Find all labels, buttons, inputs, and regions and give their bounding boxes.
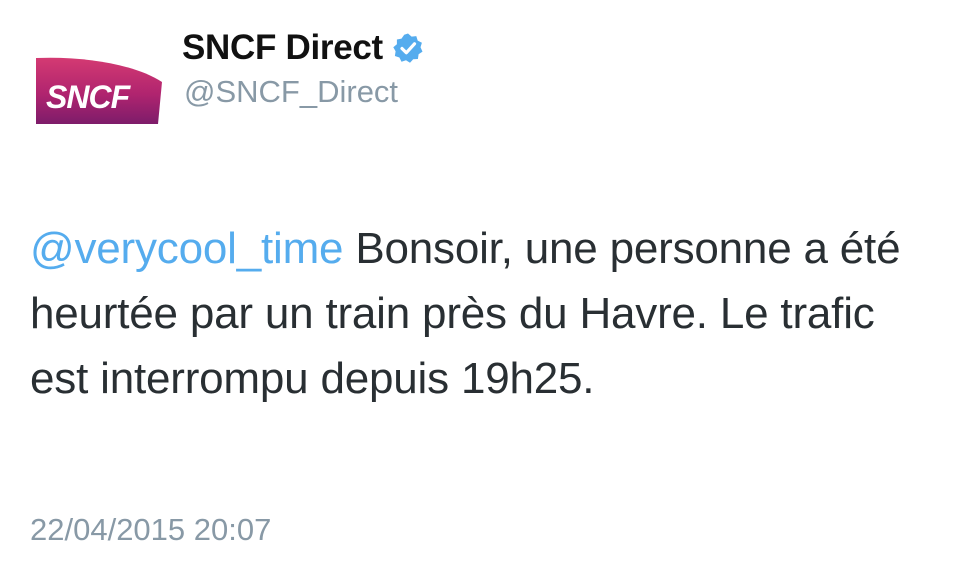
tweet-timestamp[interactable]: 22/04/2015 20:07 (30, 512, 271, 548)
author-display-name[interactable]: SNCF Direct (182, 28, 383, 68)
avatar[interactable]: SNCF (34, 52, 164, 130)
svg-text:SNCF: SNCF (46, 79, 132, 115)
author-row: SNCF Direct (182, 26, 424, 70)
verified-badge-icon (392, 32, 424, 64)
author-handle[interactable]: @SNCF_Direct (184, 74, 398, 110)
mention-link[interactable]: @verycool_time (30, 224, 344, 273)
tweet-card: SNCF SNCF Direct @SNCF_Direct @verycool_… (0, 0, 960, 580)
sncf-logo: SNCF (36, 57, 162, 125)
tweet-text: @verycool_time Bonsoir, une personne a é… (30, 216, 940, 411)
